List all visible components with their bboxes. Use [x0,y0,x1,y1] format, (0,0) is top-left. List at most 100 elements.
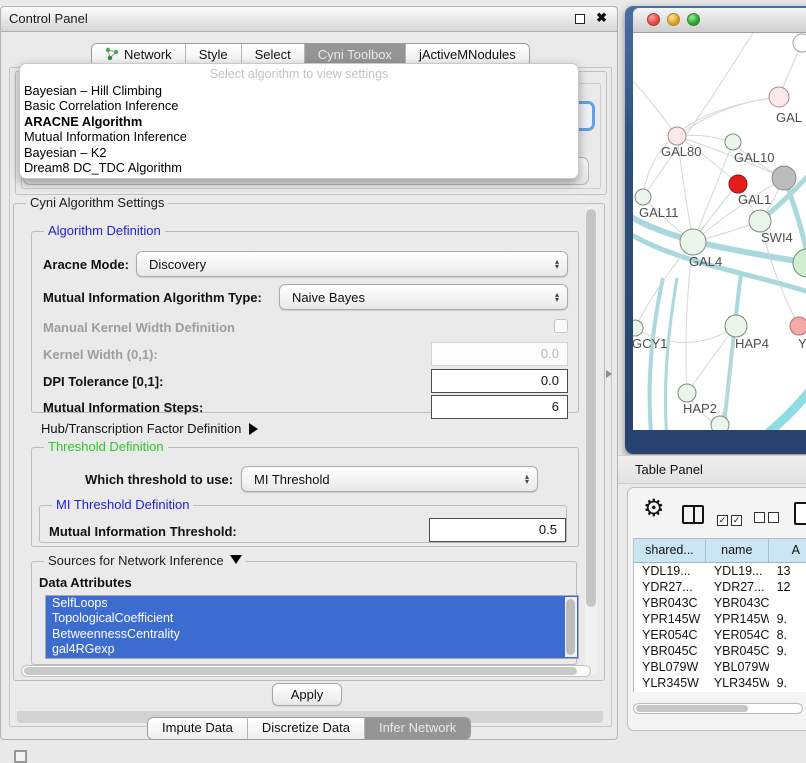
table-cell[interactable]: YBR045C [706,643,769,659]
table-row[interactable]: YER054CYER054C8. [634,627,806,643]
table-cell[interactable]: 9. [769,611,806,627]
network-node-hap4[interactable] [725,315,747,337]
network-edge[interactable] [633,81,677,136]
network-node-gal10[interactable] [772,166,796,190]
table-cell[interactable]: 9. [769,643,806,659]
deselect-all-checkboxes-icon[interactable] [754,510,782,528]
list-scrollbar[interactable] [565,597,577,657]
zoom-traffic-light-icon[interactable] [687,13,700,26]
dpi-tolerance-field[interactable]: 0.0 [431,369,568,393]
split-columns-icon[interactable] [682,505,704,524]
table-cell[interactable]: 13 [769,563,806,579]
algorithm-option[interactable]: Mutual Information Inference [20,129,578,144]
table-row[interactable]: YDR27...YDR27...12 [634,579,806,595]
sources-group-title[interactable]: Sources for Network Inference [44,553,246,568]
algorithm-option[interactable]: Bayesian – K2 [20,145,578,160]
kernel-width-field[interactable]: 0.0 [431,342,568,366]
table-row[interactable]: YDL19...YDL19...13 [634,563,806,579]
control-panel-titlebar[interactable]: Control Panel ✖ [1,7,617,32]
network-edge[interactable] [643,33,753,197]
table-row[interactable]: YLR345WYLR345W9. [634,675,806,691]
network-node-hap2[interactable] [678,384,696,402]
data-attribute-item[interactable]: BetweennessCentrality [46,627,578,642]
table-cell[interactable] [769,659,806,675]
table-cell[interactable]: YER054C [634,627,706,643]
network-node[interactable] [725,134,741,150]
network-edge[interactable] [677,97,779,136]
table-cell[interactable] [769,595,806,611]
list-scroll-thumb[interactable] [566,599,575,655]
bottom-tab-impute-data[interactable]: Impute Data [148,718,248,739]
table-cell[interactable]: YLR345W [706,675,769,691]
network-node-gal4[interactable] [680,229,706,255]
algorithm-option[interactable]: Dream8 DC_TDC Algorithm [20,160,578,175]
table-row[interactable]: YBR043CYBR043C [634,595,806,611]
data-attribute-item[interactable]: SelfLoops [46,596,578,611]
mi-steps-field[interactable]: 6 [431,395,568,419]
hub-definition-toggle[interactable]: Hub/Transcription Factor Definition [41,421,258,436]
algorithm-option[interactable]: ARACNE Algorithm [20,114,578,129]
table-cell[interactable]: YBR043C [706,595,769,611]
bottom-tab-discretize-data[interactable]: Discretize Data [248,718,365,739]
table-row[interactable]: YBL079WYBL079W [634,659,806,675]
network-canvas[interactable]: GALGAL80GAL10GAL11GAL1SWI4GAL4GCY1HAP4YH… [633,33,806,430]
table-cell[interactable]: YPR145W [634,611,706,627]
table-hscroll-thumb[interactable] [636,705,748,712]
table-cell[interactable]: YIL052C [706,691,769,692]
network-node[interactable] [729,175,747,193]
network-node[interactable] [793,249,806,277]
table-cell[interactable]: YER054C [706,627,769,643]
algorithm-option[interactable]: Bayesian – Hill Climbing [20,83,578,98]
table-cell[interactable]: YBR043C [634,595,706,611]
settings-horizontal-scrollbar[interactable] [21,665,591,677]
table-cell[interactable]: 8. [769,627,806,643]
table-column-header[interactable]: name [706,539,769,562]
network-edge-thick[interactable] [723,273,741,430]
mi-threshold-field[interactable]: 0.5 [429,518,566,542]
aracne-mode-combobox[interactable]: Discovery ▴▾ [136,251,568,277]
table-cell[interactable]: YIL052C [634,691,706,692]
table-horizontal-scrollbar[interactable] [633,703,803,714]
table-cell[interactable]: YDR27... [706,579,769,595]
table-row[interactable]: YIL052CYIL052C9 [634,691,806,692]
network-edge-thick[interactable] [665,278,677,430]
network-edge-thick[interactable] [741,381,806,430]
network-node[interactable] [793,34,806,52]
table-cell[interactable]: YDR27... [634,579,706,595]
settings-hscroll-thumb[interactable] [24,667,577,675]
network-node-y[interactable] [790,317,806,335]
network-node[interactable] [711,416,729,430]
settings-vscroll-thumb[interactable] [586,209,596,607]
close-icon[interactable]: ✖ [596,10,607,26]
apply-button[interactable]: Apply [272,683,342,706]
network-node-gal1[interactable] [749,210,771,232]
table-cell[interactable]: YLR345W [634,675,706,691]
network-window-titlebar[interactable] [633,8,806,33]
data-attribute-item[interactable]: TopologicalCoefficient [46,611,578,626]
minimize-traffic-light-icon[interactable] [667,13,680,26]
document-icon[interactable] [794,502,806,525]
network-node-gal80[interactable] [668,127,686,145]
manual-kernel-width-checkbox[interactable] [554,319,568,333]
table-cell[interactable]: YBL079W [634,659,706,675]
network-edge-thick[interactable] [650,278,664,430]
table-cell[interactable]: 9. [769,675,806,691]
table-column-header[interactable]: A [769,539,806,562]
bottom-tab-infer-network[interactable]: Infer Network [365,718,470,739]
table-cell[interactable]: YBR045C [634,643,706,659]
split-resize-arrow-icon[interactable] [606,370,612,378]
table-column-header[interactable]: shared... [634,539,706,562]
select-all-checkboxes-icon[interactable]: ✓✓ [717,510,745,528]
which-threshold-combobox[interactable]: MI Threshold ▴▾ [241,466,538,492]
float-window-icon[interactable] [575,14,585,24]
table-cell[interactable]: 9 [769,691,806,692]
table-cell[interactable]: YDL19... [706,563,769,579]
data-attribute-item[interactable]: gal4RGexp [46,642,578,657]
network-node-gcy1[interactable] [633,320,643,336]
gear-icon[interactable]: ⚙ [643,494,665,523]
table-cell[interactable]: YBL079W [706,659,769,675]
table-row[interactable]: YPR145WYPR145W9. [634,611,806,627]
network-node-gal11[interactable] [635,189,651,205]
data-attributes-list[interactable]: SelfLoopsTopologicalCoefficientBetweenne… [45,595,579,659]
settings-vertical-scrollbar[interactable] [585,207,597,675]
